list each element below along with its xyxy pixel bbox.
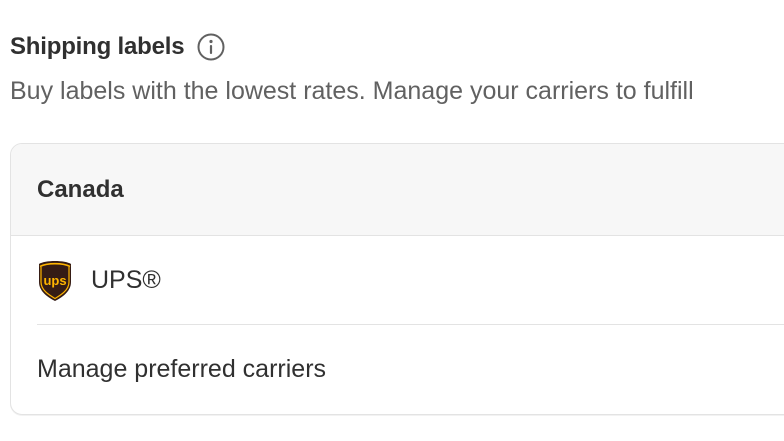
carriers-card: Canada ups UPS® Manage preferred carrier… bbox=[10, 143, 784, 415]
carrier-row-ups[interactable]: ups UPS® bbox=[11, 236, 784, 324]
section-description: Buy labels with the lowest rates. Manage… bbox=[10, 77, 694, 105]
country-heading: Canada bbox=[37, 175, 124, 203]
svg-text:ups: ups bbox=[43, 273, 66, 288]
section-title: Shipping labels bbox=[10, 33, 185, 60]
manage-preferred-carriers-link[interactable]: Manage preferred carriers bbox=[11, 325, 784, 413]
carrier-name: UPS® bbox=[91, 266, 161, 294]
info-icon[interactable] bbox=[196, 32, 226, 62]
shipping-labels-page: Shipping labels Buy labels with the lowe… bbox=[0, 0, 784, 441]
ups-logo: ups bbox=[37, 258, 73, 302]
section-header: Shipping labels bbox=[10, 30, 226, 64]
card-header: Canada bbox=[11, 144, 784, 236]
